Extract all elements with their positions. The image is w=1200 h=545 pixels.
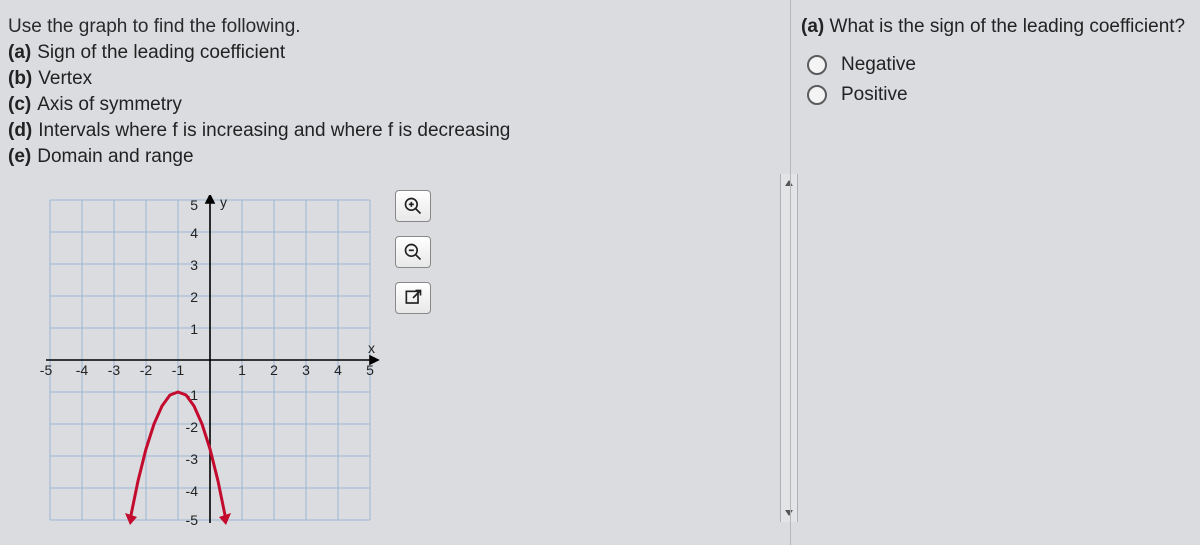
svg-text:-5: -5 — [40, 362, 52, 378]
svg-text:-2: -2 — [140, 362, 153, 378]
question-intro: Use the graph to find the following. — [8, 14, 780, 40]
question-part-b: (b) Vertex — [8, 66, 780, 92]
part-letter: (a) — [8, 40, 31, 66]
question-part-e: (e) Domain and range — [8, 144, 780, 170]
svg-text:3: 3 — [302, 362, 310, 378]
zoom-out-icon — [403, 242, 423, 262]
axis-label-y: y — [220, 195, 227, 210]
part-text: Vertex — [38, 66, 92, 92]
part-letter: (e) — [8, 144, 31, 170]
answer-question: (a) What is the sign of the leading coef… — [801, 14, 1188, 40]
option-negative[interactable]: Negative — [807, 50, 1188, 80]
part-letter: (c) — [8, 92, 31, 118]
svg-text:2: 2 — [190, 289, 198, 305]
svg-text:-4: -4 — [186, 483, 199, 499]
part-letter: (b) — [8, 66, 32, 92]
option-label: Negative — [841, 50, 916, 80]
question-panel: Use the graph to find the following. (a)… — [0, 0, 790, 545]
svg-text:4: 4 — [190, 225, 198, 241]
graph-toolbar — [395, 190, 431, 314]
graph-container: y x 5 4 3 2 1 -1 -2 -3 -4 -5 -5 -4 -3 -2… — [40, 195, 380, 525]
svg-text:1: 1 — [238, 362, 246, 378]
radio-icon — [807, 85, 827, 105]
svg-text:-2: -2 — [186, 419, 199, 435]
part-text: Intervals where f is increasing and wher… — [38, 118, 510, 144]
zoom-in-icon — [403, 196, 423, 216]
option-positive[interactable]: Positive — [807, 80, 1188, 110]
part-text: Sign of the leading coefficient — [37, 40, 285, 66]
part-text: Axis of symmetry — [37, 92, 182, 118]
svg-text:5: 5 — [366, 362, 374, 378]
axis-label-x: x — [368, 340, 375, 356]
part-text: Domain and range — [37, 144, 193, 170]
zoom-in-button[interactable] — [395, 190, 431, 222]
part-letter: (d) — [8, 118, 32, 144]
question-part-a: (a) Sign of the leading coefficient — [8, 40, 780, 66]
svg-text:5: 5 — [190, 197, 198, 213]
svg-text:-3: -3 — [186, 451, 199, 467]
svg-text:-5: -5 — [186, 512, 199, 525]
svg-text:-4: -4 — [76, 362, 89, 378]
svg-text:4: 4 — [334, 362, 342, 378]
popout-icon — [403, 288, 423, 308]
answer-text: What is the sign of the leading coeffici… — [830, 16, 1186, 37]
svg-text:-3: -3 — [108, 362, 121, 378]
svg-text:1: 1 — [190, 321, 198, 337]
question-part-d: (d) Intervals where f is increasing and … — [8, 118, 780, 144]
question-part-c: (c) Axis of symmetry — [8, 92, 780, 118]
svg-text:-1: -1 — [172, 362, 185, 378]
answer-letter: (a) — [801, 16, 824, 37]
answer-panel: (a) What is the sign of the leading coef… — [790, 0, 1200, 545]
parabola-chart: y x 5 4 3 2 1 -1 -2 -3 -4 -5 -5 -4 -3 -2… — [40, 195, 380, 525]
option-label: Positive — [841, 80, 908, 110]
radio-icon — [807, 55, 827, 75]
svg-text:3: 3 — [190, 257, 198, 273]
svg-text:2: 2 — [270, 362, 278, 378]
zoom-out-button[interactable] — [395, 236, 431, 268]
popout-button[interactable] — [395, 282, 431, 314]
